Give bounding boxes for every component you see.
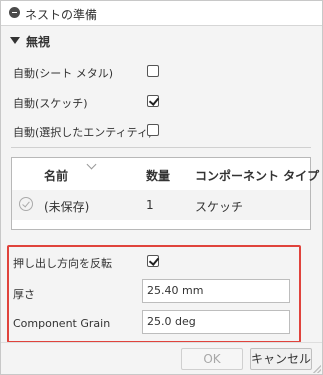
auto-selected-entities-checkbox[interactable]	[147, 124, 159, 136]
expand-triangle-icon[interactable]	[10, 37, 20, 44]
component-grain-field[interactable]: 25.0 deg	[142, 310, 290, 334]
auto-sketch-label: 自動(スケッチ)	[13, 97, 88, 110]
row-name: (未保存)	[44, 200, 90, 214]
thickness-field[interactable]: 25.40 mm	[142, 279, 290, 303]
component-table: 名前 数量 コンポーネント タイプ (未保存) 1 スケッチ	[11, 157, 319, 230]
auto-sheet-metal-label: 自動(シート メタル)	[13, 67, 114, 80]
flip-extrude-direction-label: 押し出し方向を反転	[13, 257, 112, 270]
component-grain-label: Component Grain	[13, 317, 111, 330]
section-title: 無視	[26, 35, 51, 49]
table-row[interactable]: (未保存) 1 スケッチ	[12, 190, 310, 220]
auto-sheet-metal-checkbox[interactable]	[147, 65, 159, 77]
prepare-nest-dialog: ネストの準備 無視 自動(シート メタル) 自動(スケッチ) 自動(選択したエン…	[0, 0, 323, 375]
column-header-component-type[interactable]: コンポーネント タイプ	[195, 167, 319, 184]
auto-selected-entities-label: 自動(選択したエンティティ)	[13, 126, 153, 139]
divider	[11, 147, 311, 148]
ok-button[interactable]: OK	[181, 348, 243, 370]
flip-extrude-direction-checkbox[interactable]	[147, 255, 159, 267]
auto-sketch-checkbox[interactable]	[147, 95, 159, 107]
sort-chevron-icon[interactable]	[86, 159, 97, 170]
column-header-quantity[interactable]: 数量	[146, 167, 170, 184]
row-quantity: 1	[146, 198, 154, 212]
thickness-label: 厚さ	[13, 288, 35, 301]
resize-grip-icon[interactable]	[313, 365, 321, 373]
dialog-title: ネストの準備	[25, 8, 98, 22]
row-component-type: スケッチ	[195, 200, 244, 214]
row-status-check-icon	[19, 197, 33, 211]
dialog-titlebar: ネストの準備	[1, 1, 322, 26]
footer-divider	[1, 342, 322, 343]
cancel-button[interactable]: キャンセル	[250, 348, 312, 370]
column-header-name[interactable]: 名前	[44, 167, 68, 184]
collapse-dialog-icon[interactable]	[9, 7, 20, 18]
